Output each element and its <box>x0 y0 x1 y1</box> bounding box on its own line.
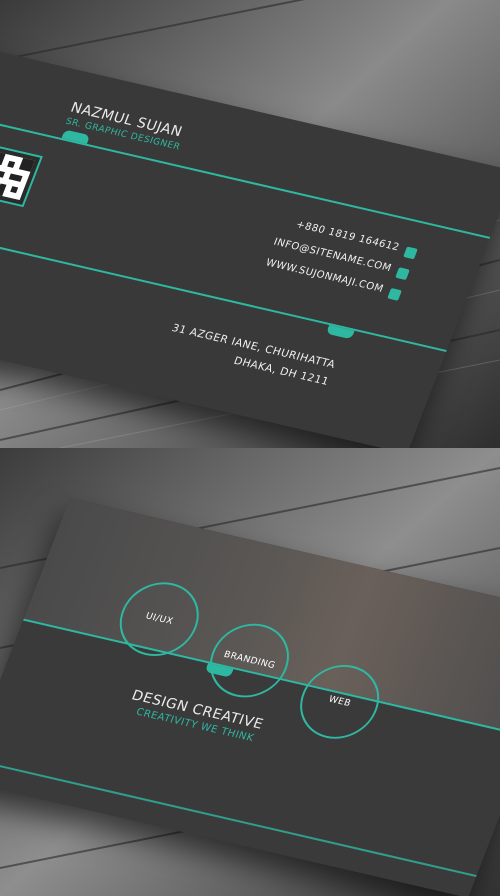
email-icon <box>395 267 410 281</box>
service-label-uiux: UI/UX <box>144 611 175 627</box>
front-card-scene: NAZMUL SUJAN SR. GRAPHIC DESIGNER +880 1… <box>0 0 500 448</box>
web-icon <box>387 287 402 301</box>
service-label-branding: BRANDING <box>222 649 277 672</box>
phone-icon <box>403 246 418 260</box>
back-card-scene: UI/UX BRANDING WEB DESIGN CREATIVE CREAT… <box>0 448 500 896</box>
service-label-web: WEB <box>326 694 353 710</box>
qr-code-icon <box>0 144 43 208</box>
